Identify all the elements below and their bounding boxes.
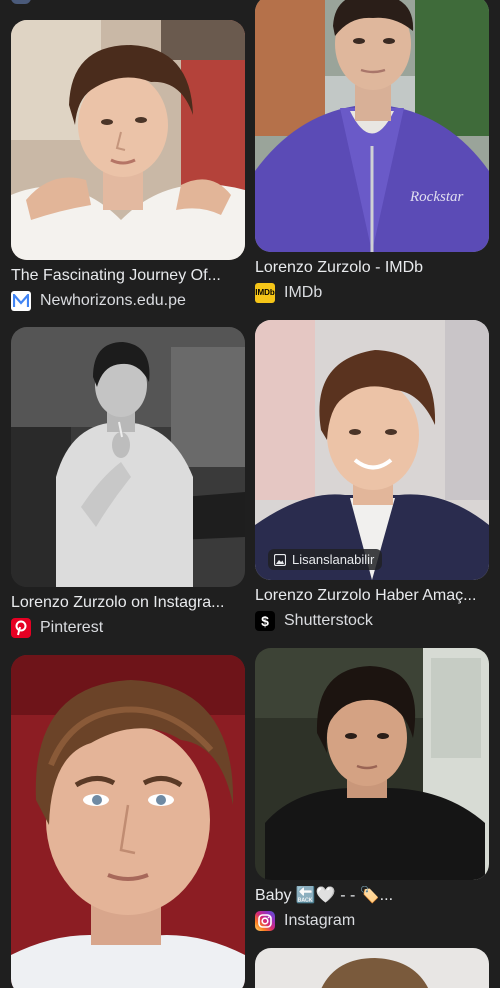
image-result-card[interactable]: Baby 🔙🤍 - - 🏷️... Instagram [255, 648, 489, 931]
result-source[interactable]: Pinterest [11, 618, 245, 638]
result-title[interactable]: The Fascinating Journey Of... [11, 266, 245, 286]
newhorizons-logo-icon [11, 291, 31, 311]
imdb-logo-icon: IMDb [255, 283, 275, 303]
image-result-card[interactable] [11, 655, 245, 988]
image-result-card[interactable]: Lorenzo Zurzolo on Instagra... Pinterest [11, 327, 245, 638]
result-thumbnail[interactable] [11, 20, 245, 260]
image-result-card[interactable] [255, 948, 489, 988]
result-thumbnail[interactable] [255, 948, 489, 988]
result-thumbnail[interactable]: Lisanslanabilir [255, 320, 489, 580]
result-title[interactable]: Lorenzo Zurzolo - IMDb [255, 258, 489, 278]
svg-text:Rockstar: Rockstar [409, 189, 463, 205]
result-source[interactable]: IMDb IMDb [255, 283, 489, 303]
result-title[interactable]: Lorenzo Zurzolo Haber Amaç... [255, 586, 489, 606]
source-name: Newhorizons.edu.pe [40, 292, 186, 309]
result-source[interactable]: $ Shutterstock [255, 611, 489, 631]
instagram-logo-icon [255, 911, 275, 931]
source-name: Shutterstock [284, 612, 373, 629]
source-name: Instagram [284, 912, 356, 929]
image-icon [274, 553, 286, 566]
source-name: Pinterest [40, 619, 104, 636]
shutterstock-logo-icon: $ [255, 611, 275, 631]
image-result-card[interactable]: The Fascinating Journey Of... Newhorizon… [11, 20, 245, 311]
result-title[interactable]: Lorenzo Zurzolo on Instagra... [11, 593, 245, 613]
result-source[interactable]: Instagram [255, 911, 489, 931]
source-name: IMDb [284, 284, 323, 301]
pinterest-logo-icon [11, 618, 31, 638]
imdb-logo-text: IMDb [255, 288, 275, 297]
prev-row-favicon-stub [11, 0, 31, 4]
result-thumbnail[interactable] [255, 648, 489, 880]
result-thumbnail[interactable] [11, 327, 245, 587]
badge-label: Lisanslanabilir [292, 552, 375, 567]
image-result-card[interactable]: Rockstar Lorenzo Zurzolo - IMDb IMDb IMD… [255, 0, 489, 303]
licensable-badge: Lisanslanabilir [268, 549, 383, 570]
result-thumbnail[interactable] [11, 655, 245, 988]
image-result-card[interactable]: Lisanslanabilir Lorenzo Zurzolo Haber Am… [255, 320, 489, 631]
result-source[interactable]: Newhorizons.edu.pe [11, 291, 245, 311]
image-results-grid: The Fascinating Journey Of... Newhorizon… [0, 0, 500, 988]
result-thumbnail[interactable]: Rockstar [255, 0, 489, 252]
result-title[interactable]: Baby 🔙🤍 - - 🏷️... [255, 886, 489, 906]
